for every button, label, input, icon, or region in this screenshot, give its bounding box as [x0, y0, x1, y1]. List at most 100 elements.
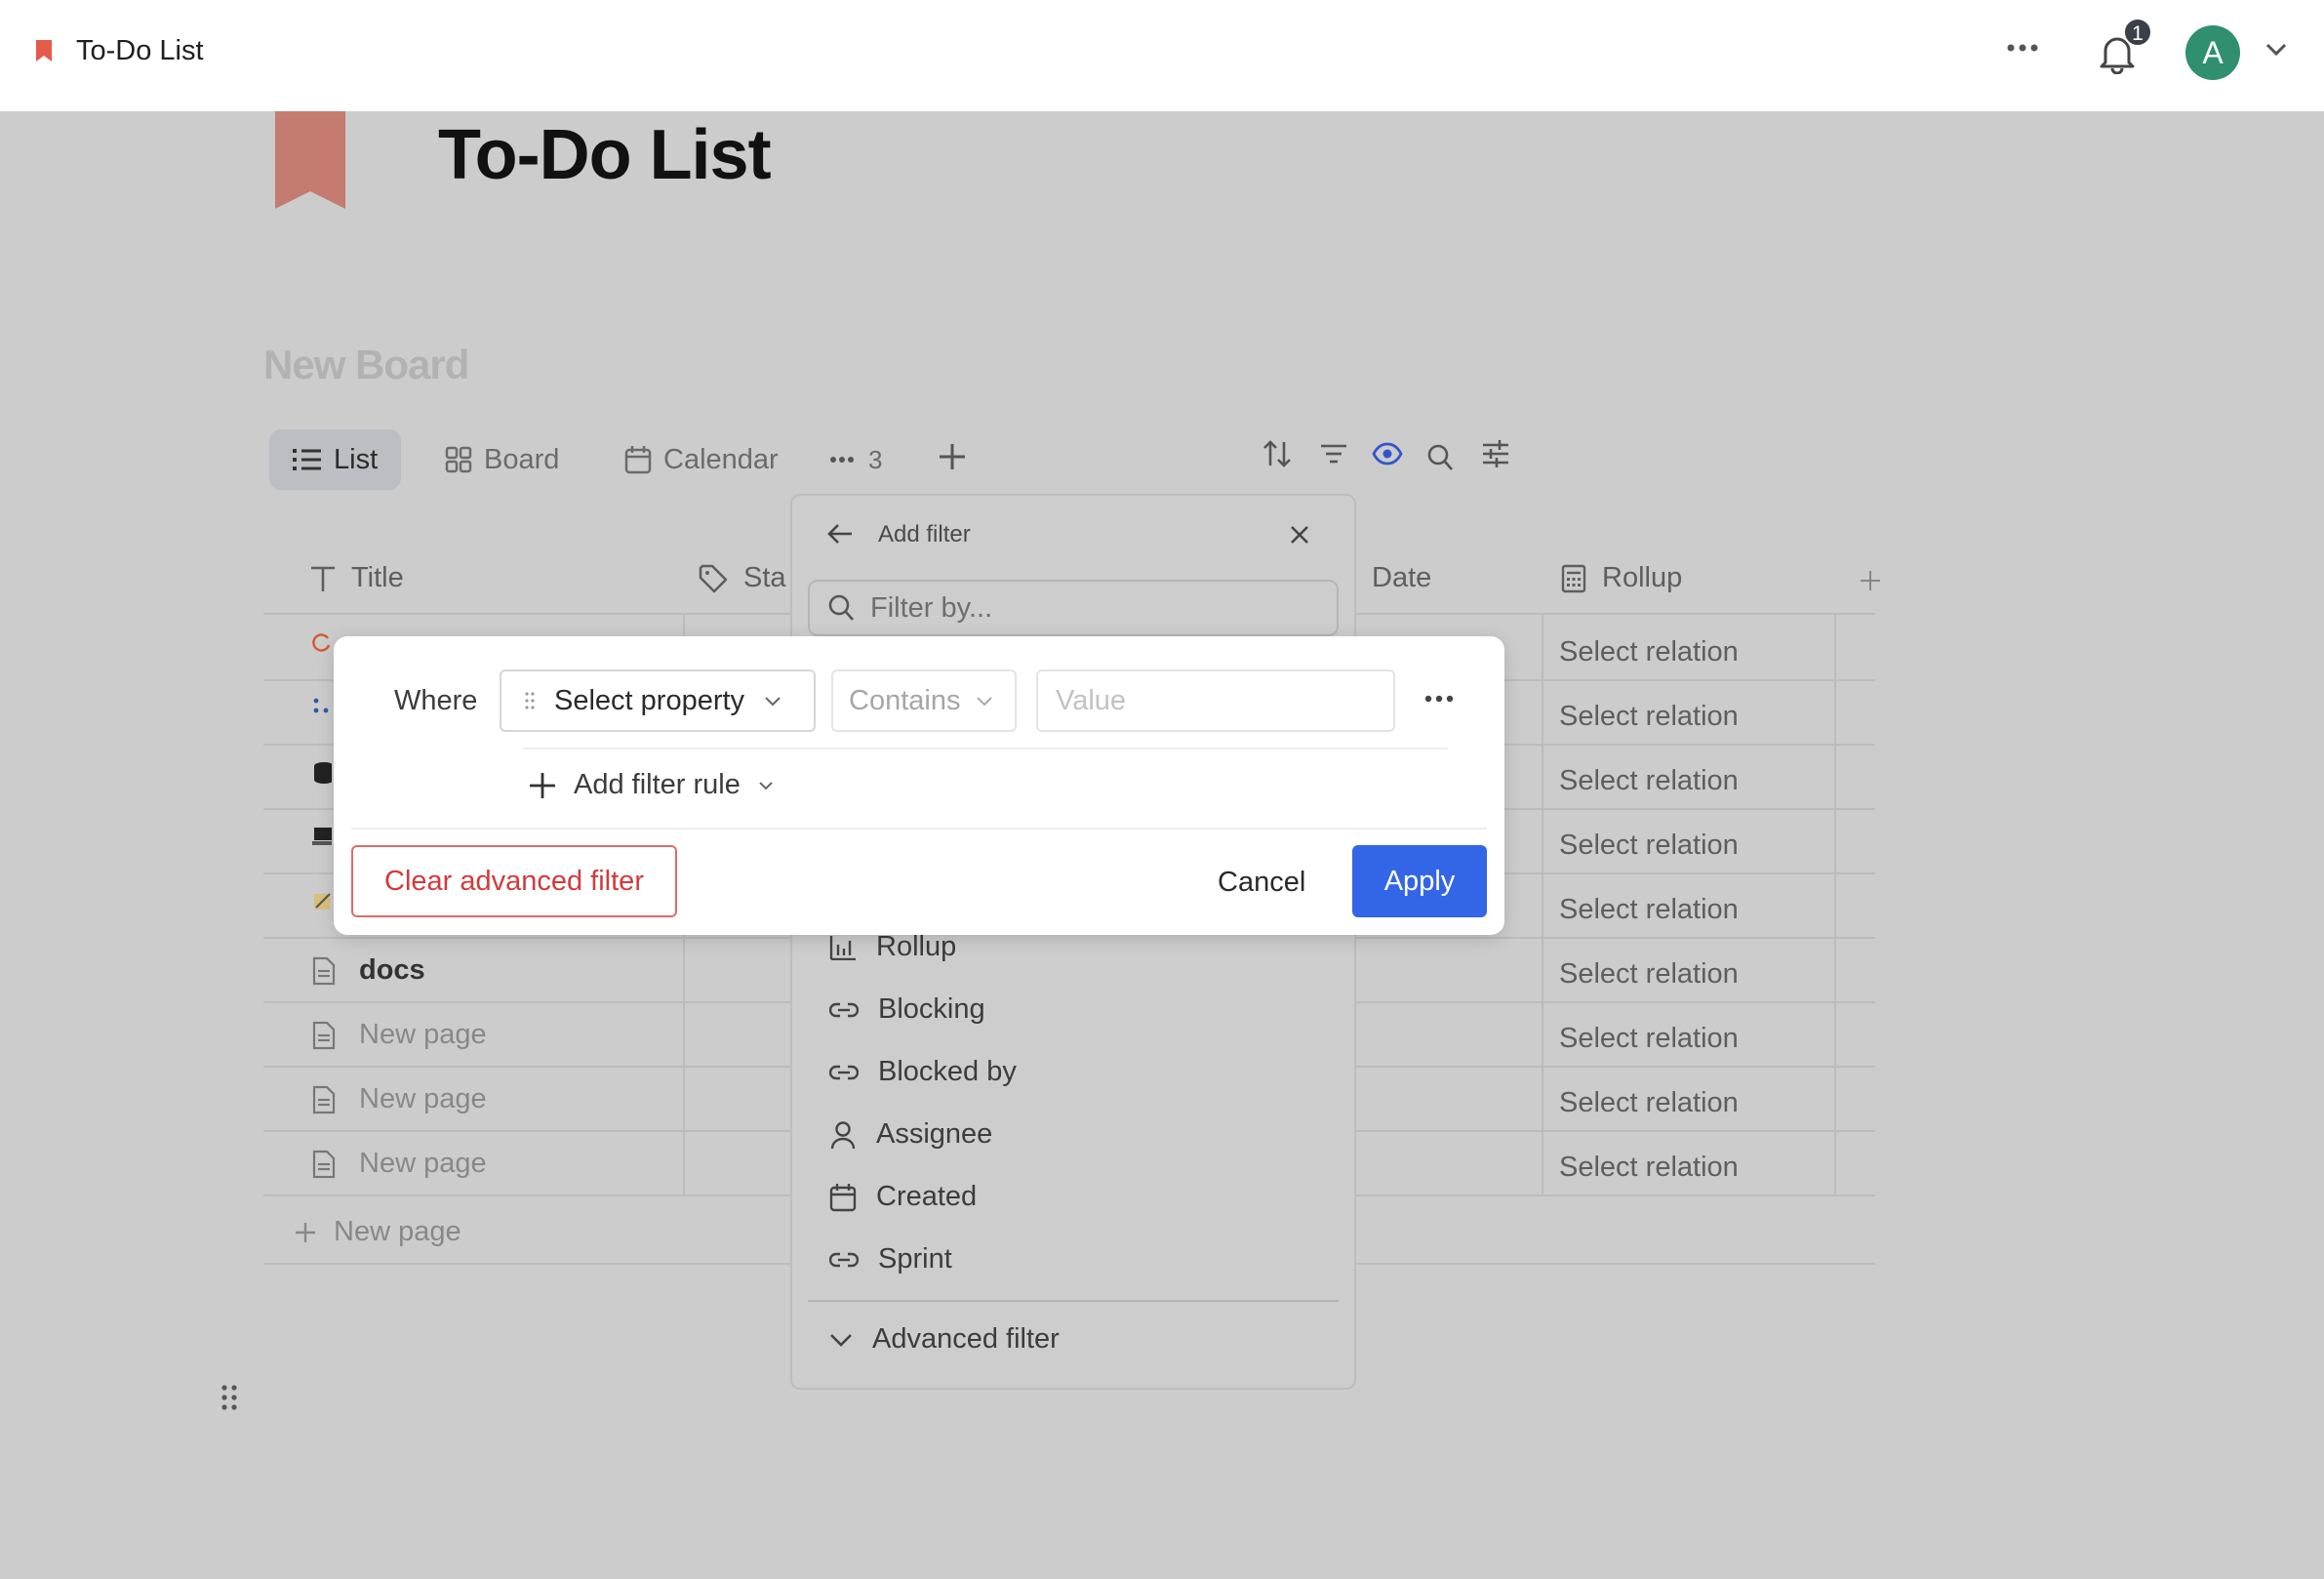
page-bookmark-icon[interactable]	[273, 111, 347, 211]
avatar[interactable]: A	[2185, 25, 2240, 80]
column-title-label: Title	[351, 562, 404, 593]
document-icon	[312, 956, 336, 986]
rollup-cell[interactable]: Select relation	[1559, 1023, 1739, 1055]
footer-divider	[351, 828, 1487, 830]
apply-button[interactable]: Apply	[1352, 845, 1487, 917]
drag-handle-icon[interactable]	[220, 1384, 238, 1411]
dots-icon	[312, 697, 332, 716]
where-label: Where	[394, 685, 478, 716]
filter-option-assignee[interactable]: Assignee	[829, 1118, 992, 1151]
filter-search-input[interactable]: Filter by...	[808, 580, 1339, 636]
link-icon	[829, 1251, 859, 1269]
filter-option-created[interactable]: Created	[829, 1181, 977, 1213]
rollup-cell[interactable]: Select relation	[1559, 958, 1739, 991]
rollup-cell[interactable]: Select relation	[1559, 765, 1739, 797]
plus-icon	[529, 772, 556, 799]
plus-icon	[295, 1222, 316, 1243]
calculator-icon	[1561, 564, 1586, 593]
settings-sliders-icon[interactable]	[1481, 439, 1510, 468]
chevron-down-icon	[764, 696, 781, 707]
chevron-down-icon[interactable]	[2265, 43, 2287, 57]
advanced-filter-label: Advanced filter	[872, 1323, 1060, 1355]
person-icon	[829, 1120, 857, 1150]
column-header-rollup[interactable]: Rollup	[1561, 562, 1682, 594]
breadcrumb-title[interactable]: To-Do List	[76, 35, 204, 67]
filter-option-blocking[interactable]: Blocking	[829, 993, 985, 1026]
clear-advanced-filter-button[interactable]: Clear advanced filter	[351, 845, 677, 917]
search-icon[interactable]	[1426, 443, 1454, 472]
table-row-title[interactable]: docs	[312, 954, 425, 987]
new-page-label: New page	[334, 1216, 461, 1247]
document-icon	[312, 1021, 336, 1050]
page-title[interactable]: To-Do List	[438, 115, 772, 195]
filter-option-label: Blocked by	[878, 1056, 1017, 1087]
board-title[interactable]: New Board	[263, 342, 469, 388]
filter-option-rollup[interactable]: Rollup	[829, 931, 956, 963]
filter-search-placeholder: Filter by...	[870, 591, 993, 624]
rollup-icon	[829, 935, 857, 960]
rollup-cell[interactable]: Select relation	[1559, 701, 1739, 733]
add-column-icon[interactable]	[1860, 570, 1881, 591]
visibility-eye-icon[interactable]	[1372, 441, 1403, 466]
document-icon	[312, 1085, 336, 1114]
row-title-label: New page	[359, 1083, 487, 1114]
rollup-cell[interactable]: Select relation	[1559, 894, 1739, 926]
filter-panel-title: Add filter	[878, 521, 971, 547]
value-placeholder: Value	[1056, 684, 1127, 716]
row-title-label: docs	[359, 954, 425, 986]
chevron-down-icon	[758, 781, 774, 790]
operator-label: Contains	[849, 684, 961, 716]
more-views-button[interactable]: 3	[814, 429, 898, 490]
drag-handle-icon	[525, 692, 535, 709]
tab-list-label: List	[334, 443, 379, 475]
link-icon	[829, 1064, 859, 1081]
cancel-button[interactable]: Cancel	[1218, 867, 1305, 899]
column-header-title[interactable]: Title	[310, 562, 404, 594]
tab-board-label: Board	[484, 443, 560, 475]
filter-icon[interactable]	[1319, 439, 1348, 468]
value-input[interactable]: Value	[1036, 669, 1395, 732]
close-icon[interactable]	[1290, 525, 1309, 545]
add-filter-rule-button[interactable]: Add filter rule	[529, 769, 774, 801]
rollup-cell[interactable]: Select relation	[1559, 636, 1739, 668]
table-row-title[interactable]: New page	[312, 1019, 487, 1051]
sync-icon	[312, 632, 332, 652]
calendar-icon	[624, 445, 652, 474]
sort-icon[interactable]	[1262, 439, 1292, 468]
table-row-title[interactable]: New page	[312, 1083, 487, 1115]
more-views-count: 3	[868, 444, 883, 474]
select-property-dropdown[interactable]: Select property	[500, 669, 816, 732]
tab-board[interactable]: Board	[421, 429, 582, 490]
rule-options-icon[interactable]	[1424, 695, 1454, 703]
bookmark-icon	[35, 39, 53, 62]
add-view-icon[interactable]	[939, 443, 966, 470]
select-property-label: Select property	[554, 684, 745, 716]
document-icon	[312, 1150, 336, 1179]
column-divider	[1542, 615, 1543, 1194]
chevron-down-icon	[829, 1333, 853, 1347]
column-header-status[interactable]: Sta	[699, 562, 786, 594]
rollup-cell[interactable]: Select relation	[1559, 830, 1739, 862]
filter-option-label: Created	[876, 1181, 978, 1212]
cylinder-icon	[312, 761, 332, 785]
more-options-icon[interactable]	[2006, 43, 2039, 53]
text-type-icon	[310, 565, 336, 592]
rule-divider	[523, 748, 1448, 749]
column-header-date[interactable]: Date	[1372, 562, 1431, 594]
column-rollup-label: Rollup	[1602, 562, 1683, 593]
table-row-title[interactable]: New page	[312, 1148, 487, 1180]
rollup-cell[interactable]: Select relation	[1559, 1152, 1739, 1184]
operator-dropdown[interactable]: Contains	[831, 669, 1017, 732]
tab-calendar[interactable]: Calendar	[601, 429, 802, 490]
filter-option-blocked-by[interactable]: Blocked by	[829, 1056, 1017, 1088]
new-page-row-button[interactable]: New page	[295, 1216, 461, 1248]
filter-option-sprint[interactable]: Sprint	[829, 1243, 952, 1275]
filter-option-label: Rollup	[876, 931, 957, 962]
laptop-icon	[312, 826, 332, 847]
tab-list[interactable]: List	[269, 429, 402, 490]
rollup-cell[interactable]: Select relation	[1559, 1087, 1739, 1119]
back-arrow-icon[interactable]	[827, 523, 853, 545]
advanced-filter-toggle[interactable]: Advanced filter	[829, 1323, 1060, 1356]
calendar-icon	[829, 1183, 857, 1212]
more-views-icon	[829, 456, 855, 464]
